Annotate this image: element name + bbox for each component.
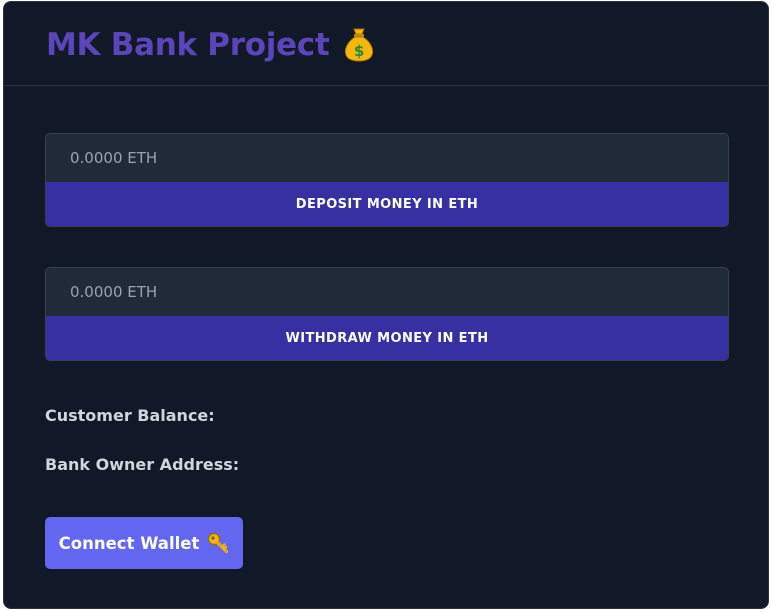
header: MK Bank Project $ [4, 2, 768, 86]
money-bag-icon: $ [343, 26, 375, 62]
deposit-amount-input[interactable] [46, 134, 728, 182]
deposit-button[interactable]: DEPOSIT MONEY IN ETH [46, 182, 728, 226]
page-title-text: MK Bank Project [46, 27, 330, 63]
connect-wallet-label: Connect Wallet [58, 533, 200, 553]
key-icon [207, 532, 229, 554]
deposit-form: DEPOSIT MONEY IN ETH [45, 133, 729, 227]
bank-card: MK Bank Project $ DEPOSIT MONEY IN ETH W… [3, 1, 769, 609]
customer-balance-label: Customer Balance: [45, 405, 215, 427]
bank-owner-address-label-text: Bank Owner Address: [45, 455, 240, 474]
withdraw-amount-input[interactable] [46, 268, 728, 316]
page-title: MK Bank Project $ [46, 24, 375, 66]
bank-owner-address-label: Bank Owner Address: [45, 454, 239, 476]
svg-text:$: $ [354, 42, 364, 60]
withdraw-button[interactable]: WITHDRAW MONEY IN ETH [46, 316, 728, 360]
customer-balance-label-text: Customer Balance: [45, 406, 215, 425]
withdraw-form: WITHDRAW MONEY IN ETH [45, 267, 729, 361]
connect-wallet-button[interactable]: Connect Wallet [45, 517, 243, 569]
